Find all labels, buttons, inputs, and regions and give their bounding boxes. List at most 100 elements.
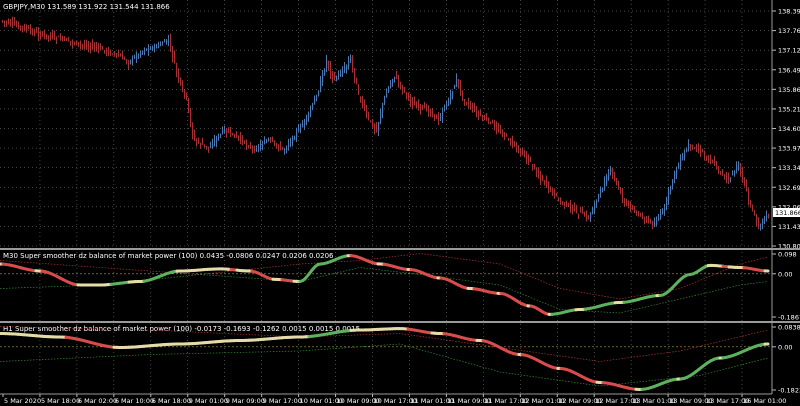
candle-body [98, 45, 100, 48]
candle-body [120, 55, 122, 57]
candle-body [696, 148, 698, 150]
pane-separator-2[interactable] [0, 321, 800, 323]
candle-body [682, 155, 684, 160]
candle-body [116, 53, 118, 55]
candle-body [762, 219, 764, 224]
candle-body [426, 107, 428, 111]
candle-body [646, 219, 648, 221]
candle-body [290, 142, 292, 144]
candle-body [352, 57, 354, 67]
candle-body [632, 205, 634, 208]
candle-body [634, 210, 636, 212]
pane-separator-1[interactable] [0, 248, 800, 250]
candle-body [530, 160, 532, 162]
candle-body [476, 111, 478, 113]
candle-body [362, 99, 364, 106]
candle-body [506, 134, 508, 137]
candle-body [724, 175, 726, 177]
candle-body [64, 37, 66, 40]
candle-body [12, 22, 14, 24]
candle-body [688, 143, 690, 150]
candle-body [132, 58, 134, 60]
indicator-pane-h1[interactable]: H1 Super smoother dz balance of market p… [0, 324, 800, 395]
candle-body [134, 56, 136, 58]
candle-body [622, 192, 624, 198]
candle-body [756, 215, 758, 222]
price-pane[interactable]: GBPJPY,M30 131.589 131.922 131.544 131.8… [0, 0, 800, 394]
candle-body [34, 31, 36, 34]
candle-body [596, 201, 598, 204]
time-label: 9 Mar 01:00 [189, 397, 228, 405]
candle-body [384, 96, 386, 104]
candle-body [370, 120, 372, 122]
level-band [0, 267, 769, 314]
candle-body [716, 165, 718, 169]
candle-body [608, 174, 610, 179]
candle-body [624, 198, 626, 201]
candle-body [400, 82, 402, 84]
candle-body [302, 124, 304, 127]
candle-body [216, 138, 218, 143]
candle-body [470, 105, 472, 107]
candle-body [572, 209, 574, 211]
candle-body [754, 211, 756, 214]
candle-body [402, 86, 404, 90]
candle-body [644, 219, 646, 221]
candle-body [654, 223, 656, 227]
current-price-marker: 131.866 [773, 208, 800, 217]
candle-body [734, 171, 736, 174]
candle-body [392, 79, 394, 84]
candle-body [260, 144, 262, 147]
indicator-pane-m30[interactable]: M30 Super smoother dz balance of market … [0, 251, 800, 322]
time-label: 6 Mar 10:00 [115, 397, 154, 405]
candle-body [714, 161, 716, 164]
candle-body [36, 31, 38, 33]
candle-body [262, 144, 264, 147]
level-label: 0.00 [778, 270, 792, 278]
candle-body [694, 147, 696, 149]
candle-body [408, 93, 410, 96]
candle-body [588, 217, 590, 219]
candle-body [372, 121, 374, 127]
candle-body [702, 151, 704, 153]
candle-body [54, 34, 56, 36]
candle-body [592, 208, 594, 215]
candle-body [80, 43, 82, 45]
candle-body [730, 178, 732, 180]
candle-body [474, 107, 476, 111]
time-axis: 5 Mar 2020 5 Mar 18:006 Mar 02:006 Mar 10… [2, 394, 786, 405]
candle-body [516, 146, 518, 148]
candle-body [240, 136, 242, 140]
candle-body [188, 98, 190, 111]
candle-body [16, 24, 18, 26]
candle-body [740, 164, 742, 174]
candle-body [44, 33, 46, 35]
candle-body [560, 198, 562, 202]
candle-body [552, 189, 554, 195]
trading-chart[interactable]: GBPJPY,M30 131.589 131.922 131.544 131.8… [0, 0, 800, 406]
candle-body [222, 129, 224, 134]
candle-body [652, 221, 654, 226]
candle-body [720, 171, 722, 174]
candle-body [256, 149, 258, 151]
candle-body [194, 134, 196, 140]
candle-body [466, 102, 468, 105]
price-label: 137.765 [778, 27, 800, 35]
candle-body [218, 137, 220, 139]
candle-body [728, 177, 730, 179]
level-label: -0.1867 [778, 314, 800, 322]
candle-body [414, 102, 416, 106]
candle-body [532, 164, 534, 167]
time-label: 6 Mar 18:00 [152, 397, 191, 405]
level-label: 0.0838 [778, 324, 800, 332]
candle-body [114, 53, 116, 55]
time-label: 16 Mar 01:00 [743, 397, 786, 405]
candle-body [70, 40, 72, 42]
candle-body [406, 93, 408, 95]
candle-body [580, 211, 582, 213]
candle-body [252, 147, 254, 149]
candle-body [380, 113, 382, 123]
candle-body [574, 207, 576, 211]
candle-body [124, 58, 126, 60]
candle-body [452, 91, 454, 97]
